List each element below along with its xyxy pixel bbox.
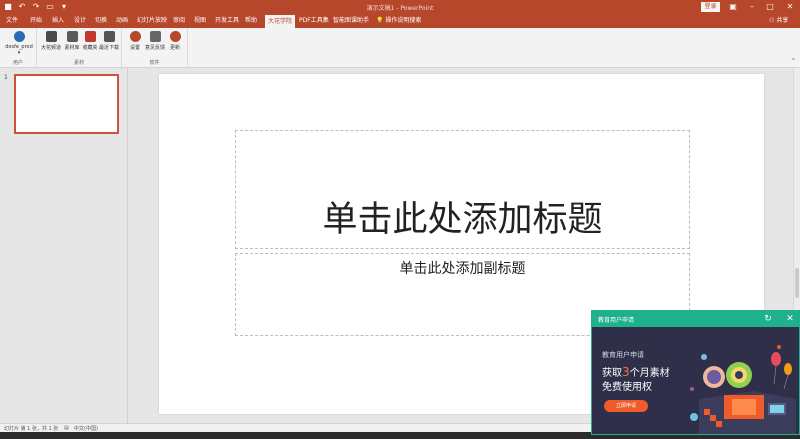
tell-me-label: 操作说明搜索 [385,17,422,24]
popup-subtitle: 教育用户申请 [602,351,644,359]
settings-button[interactable]: 设置 [124,31,146,51]
download-icon [103,31,115,42]
gear-icon [129,31,141,42]
favorites-label: 收藏夹 [82,45,98,51]
minimize-icon[interactable]: – [742,1,762,13]
recent-downloads-button[interactable]: 最近下载 [98,31,120,51]
window-title: 演示文稿1 - PowerPoint [366,5,434,12]
dahua-channel-button[interactable]: 大花频道 [40,31,62,51]
headline-number: 3 [622,365,630,379]
login-button[interactable]: 登录 [701,2,720,12]
tab-transitions[interactable]: 切换 [95,14,107,28]
ribbon-tab-bar: 文件 开始 插入 设计 切换 动画 幻灯片放映 审阅 视图 开发工具 帮助 大花… [0,14,800,28]
tab-view[interactable]: 视图 [194,14,206,28]
collapse-ribbon-icon[interactable]: ^ [791,58,796,65]
update-label: 更新 [169,45,180,51]
apply-now-button[interactable]: 立即申请 [604,400,648,412]
update-icon [169,31,181,42]
settings-label: 设置 [129,45,140,51]
share-label: 共享 [776,17,789,24]
ribbon-group-user: dosfe_prod ▾ 用户 [0,28,37,67]
tab-review[interactable]: 审阅 [173,14,185,28]
close-icon[interactable]: ✕ [780,1,800,13]
person-icon: ⚇ [769,17,775,24]
title-bar: ■ ↶ ↷ ▭ ▾ 演示文稿1 - PowerPoint 登录 ▣ – □ ✕ [0,0,800,14]
spellcheck-icon[interactable]: ▤ [64,425,69,431]
ribbon-panel: dosfe_prod ▾ 用户 大花频道 素材库 收藏夹 最近下载 素材 设置 [0,28,800,68]
popup-close-icon[interactable]: ✕ [784,313,796,325]
asset-library-label: 素材库 [64,45,80,51]
tab-help[interactable]: 帮助 [245,14,257,28]
tab-file[interactable]: 文件 [6,14,18,28]
ribbon-group-software: 设置 意见反馈 更新 软件 [122,28,188,67]
favorites-icon [84,31,96,42]
user-button[interactable]: dosfe_prod ▾ [3,31,35,56]
dahua-channel-label: 大花频道 [40,45,61,51]
feedback-button[interactable]: 意见反馈 [144,31,166,51]
maximize-icon[interactable]: □ [760,1,780,13]
ribbon-display-icon[interactable]: ▣ [723,1,743,13]
tab-pdf-tools[interactable]: PDF工具集 [299,14,329,28]
feedback-label: 意见反馈 [144,45,165,51]
scrollbar-thumb[interactable] [795,268,799,298]
slide-thumbnail[interactable] [14,74,119,134]
tab-animations[interactable]: 动画 [116,14,128,28]
promo-popup: 教育用户申请 ↻ ✕ 教育用户申请 获取3个月素材 免费使用权 立即申请 [591,310,800,435]
language-status[interactable]: 中文(中国) [74,425,98,432]
group-label-assets: 素材 [73,60,84,66]
popup-title: 教育用户申请 [598,317,635,324]
refresh-icon[interactable]: ↻ [762,313,774,325]
title-placeholder[interactable]: 单击此处添加标题 [235,130,690,249]
tab-home[interactable]: 开始 [30,14,42,28]
tab-insert[interactable]: 插入 [52,14,64,28]
tab-smart-assistant[interactable]: 智能图课助手 [333,14,369,28]
share-button[interactable]: ⚇ 共享 [769,14,788,28]
user-dropdown-icon: ▾ [17,50,21,56]
slide-thumbnail-pane: 1 [0,68,128,423]
popup-header: 教育用户申请 ↻ ✕ [592,311,799,327]
group-label-software: 软件 [149,60,160,66]
tab-slideshow[interactable]: 幻灯片放映 [137,14,167,28]
group-label-user: 用户 [12,60,23,66]
library-icon [66,31,78,42]
thumbnail-number: 1 [4,74,8,81]
popup-headline: 获取3个月素材 [602,364,670,379]
ribbon-group-assets: 大花频道 素材库 收藏夹 最近下载 素材 [37,28,122,67]
slide-count-status: 幻灯片 第 1 张，共 1 张 [4,426,59,432]
tell-me-search[interactable]: 💡 操作说明搜索 [376,14,421,28]
tab-design[interactable]: 设计 [74,14,86,28]
recent-downloads-label: 最近下载 [98,45,119,51]
popup-headline-2: 免费使用权 [602,382,652,393]
channel-icon [45,31,57,42]
feedback-icon [149,31,161,42]
tab-developer[interactable]: 开发工具 [215,14,239,28]
user-avatar-icon [13,31,25,42]
update-button[interactable]: 更新 [164,31,186,51]
promo-illustration [690,345,796,434]
tab-dahua-academy[interactable]: 大花学院 [265,15,296,28]
lightbulb-icon: 💡 [376,17,384,24]
